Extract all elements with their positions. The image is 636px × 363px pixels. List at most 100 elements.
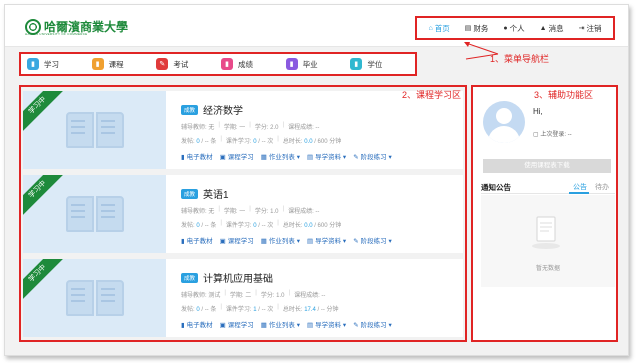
user-icon: ● bbox=[503, 24, 508, 32]
course-term: 学期: 一 bbox=[223, 125, 246, 131]
course-link-2[interactable]: ▦ 作业列表 ▾ bbox=[261, 319, 300, 329]
last-login-text: 上次登录: -- bbox=[540, 132, 572, 138]
course-link-2[interactable]: ▦ 作业列表 ▾ bbox=[261, 235, 300, 245]
topnav-label: 个人 bbox=[509, 23, 525, 33]
university-name: 哈爾濱商業大學 bbox=[44, 20, 129, 34]
topnav-item-1[interactable]: ▤ 财务 bbox=[465, 23, 489, 34]
course-term: 学期: 一 bbox=[223, 209, 246, 215]
course-credit: 学分: 1.0 bbox=[254, 209, 279, 215]
course-info: 成教 计算机应用基础 辅导教师: 测试 | 学期: 二 | 学分: 1.0 | 课程成绩: --… bbox=[181, 270, 461, 329]
course-link-0[interactable]: ▮ 电子教材 bbox=[181, 235, 213, 245]
ebook-icon: ▮ bbox=[181, 322, 185, 329]
course-link-label: 作业列表 bbox=[268, 154, 295, 161]
guide-icon: ▤ bbox=[306, 154, 314, 161]
menu-item-label: 课程 bbox=[108, 59, 124, 69]
course-type-badge: 成教 bbox=[181, 188, 199, 199]
homework-icon: ▦ bbox=[260, 238, 267, 245]
course-link-label: 课程学习 bbox=[227, 154, 254, 161]
menu-item-4[interactable]: ▮ 毕业 bbox=[285, 58, 351, 70]
course-total-time: 总时长: 0.0 / 600 分钟 bbox=[282, 223, 342, 229]
book-icon bbox=[65, 280, 124, 316]
avatar[interactable] bbox=[483, 101, 525, 143]
bell-icon: ▲ bbox=[539, 24, 547, 32]
course-type-badge: 成教 bbox=[181, 104, 199, 115]
course-link-4[interactable]: ✎ 阶段练习 ▾ bbox=[353, 319, 392, 329]
course-title[interactable]: 英语1 bbox=[203, 186, 229, 201]
course-teacher: 辅导教师: 无 bbox=[181, 125, 215, 131]
course-credit: 学分: 1.0 bbox=[260, 293, 285, 299]
course-posts: 发帖: 0 / -- 条 bbox=[181, 139, 217, 145]
course-links: ▮ 电子教材 ▣ 课程学习 ▦ 作业列表 ▾ ▤ 导学资料 ▾ ✎ 阶段练习 ▾ bbox=[181, 235, 461, 245]
university-name-en: HARBIN UNIVERSITY OF COMMERCE bbox=[25, 32, 88, 36]
practice-icon: ✎ bbox=[353, 238, 359, 245]
play-icon: ▣ bbox=[219, 238, 226, 245]
tab-active-indicator bbox=[569, 192, 589, 194]
topnav-item-3[interactable]: ▲ 消息 bbox=[540, 23, 564, 34]
avatar-head bbox=[496, 108, 512, 124]
course-link-label: 阶段练习 bbox=[360, 154, 387, 161]
course-link-3[interactable]: ▤ 导学资料 ▾ bbox=[307, 319, 346, 329]
course-title[interactable]: 计算机应用基础 bbox=[203, 270, 273, 285]
topnav-label: 注销 bbox=[586, 23, 602, 33]
play-icon: ▣ bbox=[219, 154, 226, 161]
course-link-0[interactable]: ▮ 电子教材 bbox=[181, 151, 213, 161]
course-link-3[interactable]: ▤ 导学资料 ▾ bbox=[307, 151, 346, 161]
course-link-3[interactable]: ▤ 导学资料 ▾ bbox=[307, 235, 346, 245]
menu-item-0[interactable]: ▮ 学习 bbox=[27, 58, 92, 70]
practice-icon: ✎ bbox=[353, 154, 359, 161]
guide-icon: ▤ bbox=[306, 322, 314, 329]
course-link-1[interactable]: ▣ 课程学习 bbox=[220, 235, 254, 245]
course-link-4[interactable]: ✎ 阶段练习 ▾ bbox=[353, 151, 392, 161]
course-video-count: 课件学习: 0 / -- 次 bbox=[225, 223, 274, 229]
course-title[interactable]: 经济数学 bbox=[203, 102, 243, 117]
tab-announcements[interactable]: 公告 bbox=[573, 182, 587, 192]
topnav-item-0[interactable]: ⌂ 首页 bbox=[429, 23, 450, 34]
course-score: 课程成绩: -- bbox=[294, 293, 326, 299]
course-link-2[interactable]: ▦ 作业列表 ▾ bbox=[261, 151, 300, 161]
course-link-label: 阶段练习 bbox=[360, 238, 387, 245]
course-score: 课程成绩: -- bbox=[288, 125, 320, 131]
course-link-4[interactable]: ✎ 阶段练习 ▾ bbox=[353, 235, 392, 245]
course-study-area: 学习中 成教 经济数学 辅导教师: 无 | 学期: 一 | 学分: 2.0 | 课程成绩: -- 发… bbox=[19, 85, 467, 342]
topnav-item-4[interactable]: ⇥ 注销 bbox=[579, 23, 602, 34]
course-type-badge: 成教 bbox=[181, 272, 199, 283]
course-info: 成教 英语1 辅导教师: 无 | 学期: 一 | 学分: 1.0 | 课程成绩: -- 发帖: 0… bbox=[181, 186, 461, 245]
greeting: Hi, bbox=[533, 107, 543, 116]
notice-title: 通知公告 bbox=[481, 183, 511, 192]
menu-item-3[interactable]: ▮ 成绩 bbox=[221, 58, 286, 70]
topnav-item-2[interactable]: ● 个人 bbox=[503, 23, 524, 34]
course-link-0[interactable]: ▮ 电子教材 bbox=[181, 319, 213, 329]
menu-bar: ▮ 学习 ▮ 课程 ✎ 考试 ▮ 成绩 ▮ 毕业 ▮ 学位 bbox=[19, 52, 417, 76]
course-link-1[interactable]: ▣ 课程学习 bbox=[220, 151, 254, 161]
menu-item-1[interactable]: ▮ 课程 bbox=[91, 58, 157, 70]
course-posts: 发帖: 0 / -- 条 bbox=[181, 307, 217, 313]
course-link-label: 课程学习 bbox=[227, 238, 254, 245]
course-info: 成教 经济数学 辅导教师: 无 | 学期: 一 | 学分: 2.0 | 课程成绩: -- 发帖: … bbox=[181, 102, 461, 161]
course-link-label: 电子教材 bbox=[186, 322, 213, 329]
degree-icon: ▮ bbox=[350, 58, 363, 70]
topnav-label: 首页 bbox=[434, 23, 450, 33]
course-link-1[interactable]: ▣ 课程学习 bbox=[220, 319, 254, 329]
menu-item-2[interactable]: ✎ 考试 bbox=[156, 58, 221, 70]
menu-item-label: 学习 bbox=[44, 59, 59, 69]
course-links: ▮ 电子教材 ▣ 课程学习 ▦ 作业列表 ▾ ▤ 导学资料 ▾ ✎ 阶段练习 ▾ bbox=[181, 151, 461, 161]
course-teacher: 辅导教师: 无 bbox=[181, 209, 215, 215]
menu-item-5[interactable]: ▮ 学位 bbox=[350, 58, 415, 70]
ebook-icon: ▮ bbox=[181, 238, 185, 245]
course-term: 学期: 二 bbox=[229, 293, 252, 299]
download-schedule-button[interactable]: 使用课程表下载 bbox=[483, 159, 611, 173]
course-link-label: 导学资料 bbox=[315, 322, 342, 329]
annotation-aux: 3、辅助功能区 bbox=[534, 90, 594, 100]
study-icon: ▮ bbox=[27, 58, 39, 70]
course-link-label: 电子教材 bbox=[186, 154, 213, 161]
menu-item-label: 成绩 bbox=[238, 59, 254, 69]
course-total-time: 总时长: 0.0 / 600 分钟 bbox=[282, 139, 342, 145]
graduate-icon: ▮ bbox=[285, 58, 298, 70]
last-login: ▢ 上次登录: -- bbox=[533, 129, 572, 138]
course-link-label: 作业列表 bbox=[268, 238, 295, 245]
course-link-label: 导学资料 bbox=[315, 154, 342, 161]
tab-todo[interactable]: 待办 bbox=[595, 182, 609, 192]
annotation-arrow bbox=[464, 42, 499, 60]
course-card: 学习中 成教 英语1 辅导教师: 无 | 学期: 一 | 学分: 1.0 | 课程成绩: -- 发帖… bbox=[23, 175, 463, 253]
course-link-label: 课程学习 bbox=[227, 322, 254, 329]
